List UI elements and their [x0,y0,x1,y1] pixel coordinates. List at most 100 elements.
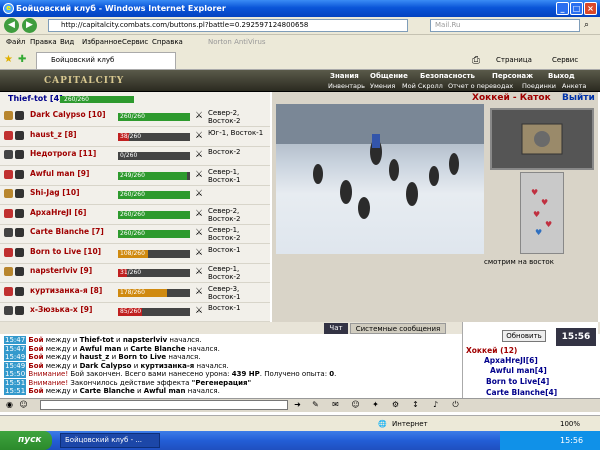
nav-transfers[interactable]: Отчет о переводах [448,82,513,90]
nav-security[interactable]: Безопасность [420,72,475,80]
chat-player[interactable]: 439 HP [232,370,260,378]
tools-menu[interactable]: Сервис [552,56,578,64]
tab-system-messages[interactable]: Системные сообщения [350,323,446,334]
chat-time[interactable]: 15:51 [4,378,27,387]
chat-time[interactable]: 15:47 [4,336,27,344]
exit-link[interactable]: Выйти [562,93,595,103]
forward-button[interactable]: ▶ [22,18,37,33]
menu-tools[interactable]: Сервис [122,35,148,50]
character-row[interactable]: Недотрога [11] 0/260 ⚔ Восток-2 [0,147,270,166]
character-row[interactable]: haust_z [8] 38/260 ⚔ Юг-1, Восток-1 [0,128,270,147]
people-icon[interactable]: ☺ [350,400,361,410]
search-icon[interactable]: ⌕ [584,20,596,32]
menu-favorites[interactable]: Избранное [82,35,122,50]
character-row[interactable]: куртизанка-я [8] 178/260 ⚔ Север-3, Восток-… [0,284,270,303]
send-icon[interactable]: ➜ [292,400,303,410]
location-map[interactable] [490,108,594,170]
nav-communication[interactable]: Общение [370,72,408,80]
add-favorite-icon[interactable]: ✚ [18,54,26,65]
refresh-button[interactable]: Обновить [502,330,546,342]
taskbar-item[interactable]: Бойцовский клуб - ... [60,433,160,448]
nav-battles[interactable]: Поединки [522,82,556,90]
nav-skills[interactable]: Умения [370,82,395,90]
nav-exit[interactable]: Выход [548,72,575,80]
nav-profile[interactable]: Анкета [562,82,586,90]
search-input[interactable]: Mail.Ru [430,19,580,32]
online-user[interactable]: Awful man[4] [490,366,547,375]
menu-help[interactable]: Справка [152,35,183,50]
close-button[interactable]: × [584,2,597,15]
norton-label[interactable]: Norton AntiVirus [208,35,266,50]
page-menu[interactable]: Страница [496,56,532,64]
chat-time[interactable]: 15:49 [4,361,27,370]
character-name[interactable]: куртизанка-я [8] [30,286,102,295]
minimize-button[interactable]: _ [556,2,569,15]
character-name[interactable]: napsterlviv [9] [30,266,92,275]
tab-combats[interactable]: Бойцовский клуб [36,52,176,69]
chat-player[interactable]: napsterlviv [123,336,167,344]
character-name[interactable]: Carte Blanche [7] [30,227,104,236]
character-name[interactable]: Shi-Jag [10] [30,188,80,197]
my-character-name[interactable]: Thief-tot [4] [8,94,63,103]
character-row[interactable]: АрхаНreJI [6] 260/260 ⚔ Север-2, Восток-2 [0,206,270,225]
zoom-level[interactable]: 100% [560,416,580,432]
chat-player[interactable]: haust_z [80,353,110,361]
online-user[interactable]: АрхаНreJI[6] [484,356,538,365]
nav-knowledge[interactable]: Знания [330,72,359,80]
tab-chat[interactable]: Чат [324,323,348,334]
walk-icon[interactable]: ✦ [370,400,381,410]
maximize-button[interactable]: □ [570,2,583,15]
filter-icon[interactable]: ✉ [330,400,341,410]
chat-player[interactable]: "Регенерация" [192,379,251,387]
chat-player[interactable]: Awful man [144,387,186,395]
chat-player[interactable]: куртизанка-я [140,362,194,370]
print-icon[interactable]: ⎙ [472,55,480,66]
menu-edit[interactable]: Правка [30,35,57,50]
nav-inventory[interactable]: Инвентарь [328,82,365,90]
character-row[interactable]: х-Зюзька-х [9] 85/260 ⚔ Восток-1 [0,303,270,322]
chat-event: Бой [28,387,44,395]
smile-icon[interactable]: ☺ [18,400,29,410]
back-button[interactable]: ◀ [4,18,19,33]
chat-player[interactable]: Carte Blanche [130,345,185,353]
character-name[interactable]: Awful man [9] [30,169,89,178]
address-bar[interactable]: http://capitalcity.combats.com/buttons.p… [48,19,408,32]
chat-time[interactable]: 15:50 [4,370,27,378]
character-row[interactable]: Shi-Jag [10] 260/260 ⚔ [0,186,270,205]
menu-file[interactable]: Файл [6,35,25,50]
start-button[interactable]: пуск [0,431,52,450]
sound-icon[interactable]: ♪ [430,400,441,410]
character-row[interactable]: Carte Blanche [7] 260/260 ⚔ Север-1, Восток… [0,225,270,244]
chat-time[interactable]: 15:51 [4,387,27,395]
character-name[interactable]: Недотрога [11] [30,149,96,158]
chat-input[interactable] [40,400,288,410]
character-name[interactable]: Born to Live [10] [30,247,101,256]
chat-player[interactable]: Carte Blanche [80,387,135,395]
character-row[interactable]: Awful man [9] 249/260 ⚔ Север-1, Восток-1 [0,167,270,186]
online-user[interactable]: Born to Live[4] [486,377,549,386]
character-name[interactable]: х-Зюзька-х [9] [30,305,92,314]
nav-my-scroll[interactable]: Мой Скролл [402,82,443,90]
character-name[interactable]: haust_z [8] [30,130,77,139]
character-name[interactable]: Dark Calypso [10] [30,110,106,119]
mini-map[interactable]: ♥ ♥ ♥ ♥ ♥ [520,172,564,254]
scroll-icon[interactable]: ↕ [410,400,421,410]
chat-player[interactable]: Thief-tot [80,336,114,344]
character-row[interactable]: Born to Live [10] 108/260 ⚔ Восток-1 [0,245,270,264]
character-name[interactable]: АрхаНreJI [6] [30,208,86,217]
chat-time[interactable]: 15:47 [4,344,27,353]
settings-icon[interactable]: ⚙ [390,400,401,410]
chat-player[interactable]: Born to Live [118,353,166,361]
menu-view[interactable]: Вид [60,35,74,50]
chat-player[interactable]: Dark Calypso [80,362,132,370]
online-user[interactable]: Carte Blanche[4] [486,388,557,397]
chat-time[interactable]: 15:49 [4,353,27,361]
clear-icon[interactable]: ✎ [310,400,321,410]
exit-chat-icon[interactable]: ⏻ [450,400,461,410]
speak-icon[interactable]: ◉ [4,400,15,410]
nav-character[interactable]: Персонаж [492,72,533,80]
favorites-star-icon[interactable]: ★ [4,54,13,65]
chat-player[interactable]: Awful man [80,345,122,353]
character-row[interactable]: Dark Calypso [10] 260/260 ⚔ Севeр-2, Восток… [0,108,270,127]
character-row[interactable]: napsterlviv [9] 31/260 ⚔ Север-1, Восток-2 [0,264,270,283]
